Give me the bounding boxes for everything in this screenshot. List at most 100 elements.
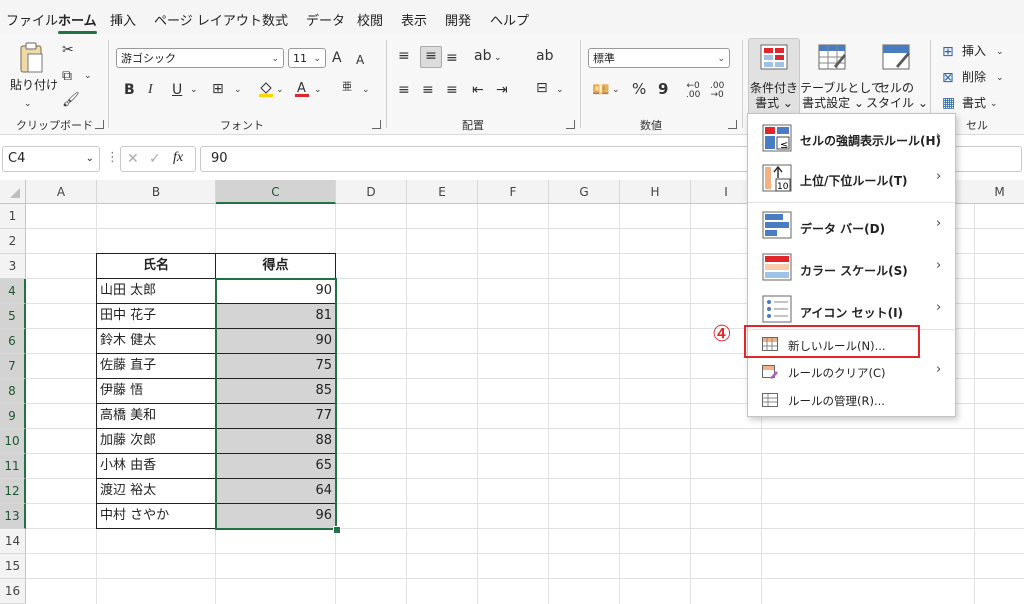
number-launcher-icon[interactable]	[728, 120, 737, 129]
format-cells-button[interactable]: 書式	[962, 96, 986, 111]
phonetic-chevron-icon[interactable]: ⌄	[362, 82, 370, 98]
row-header[interactable]: 8	[0, 379, 26, 404]
fill-chevron-icon[interactable]: ⌄	[276, 82, 284, 98]
copy-icon[interactable]: ⧉	[62, 68, 72, 84]
tab-home[interactable]: ホーム	[58, 10, 97, 34]
more-options-icon[interactable]: ⋮	[106, 150, 119, 165]
format-painter-icon[interactable]: 🖌	[62, 92, 80, 108]
insert-chevron-icon[interactable]: ⌄	[996, 44, 1004, 60]
tab-developer[interactable]: 開発	[445, 10, 471, 29]
menu-item-clear-rules[interactable]: ルールのクリア(C) ›	[748, 360, 955, 386]
name-box[interactable]: C4 ⌄	[2, 146, 100, 172]
cancel-icon[interactable]: ✕	[127, 151, 139, 167]
column-header-b[interactable]: B	[97, 180, 216, 204]
tab-formulas[interactable]: 数式	[262, 10, 288, 29]
column-header-c[interactable]: C	[216, 180, 336, 204]
merge-center-icon[interactable]: ⊟	[536, 80, 548, 96]
italic-button[interactable]: I	[148, 82, 153, 98]
name-cell[interactable]: 伊藤 悟	[100, 379, 214, 404]
align-center-icon[interactable]: ≡	[422, 82, 434, 98]
decrease-decimal-icon[interactable]: .00 →0	[710, 82, 724, 100]
align-right-icon[interactable]: ≡	[446, 82, 458, 98]
column-header-h[interactable]: H	[620, 180, 691, 204]
row-header[interactable]: 4	[0, 279, 26, 304]
underline-button[interactable]: U	[172, 82, 182, 98]
font-color-chevron-icon[interactable]: ⌄	[314, 82, 322, 98]
menu-item-highlight-rules[interactable]: ≤ セルの強調表示ルール(H) ›	[748, 120, 955, 158]
format-chevron-icon[interactable]: ⌄	[990, 96, 998, 112]
name-cell[interactable]: 高橋 美和	[100, 404, 214, 429]
paste-icon[interactable]	[18, 42, 44, 74]
name-cell[interactable]: 渡辺 裕太	[100, 479, 214, 504]
name-cell[interactable]: 山田 太郎	[100, 279, 214, 304]
clipboard-launcher-icon[interactable]	[95, 120, 104, 129]
phonetic-icon[interactable]: 亜	[342, 80, 352, 96]
format-cells-icon[interactable]: ▦	[942, 95, 955, 111]
menu-item-data-bars[interactable]: データ バー(D) ›	[748, 206, 955, 244]
row-header[interactable]: 13	[0, 504, 26, 529]
underline-chevron-icon[interactable]: ⌄	[190, 82, 198, 98]
bold-button[interactable]: B	[124, 82, 135, 98]
orientation-icon[interactable]: ab	[474, 48, 491, 64]
name-cell[interactable]: 小林 由香	[100, 454, 214, 479]
cut-icon[interactable]: ✂	[62, 42, 74, 58]
column-header-e[interactable]: E	[407, 180, 478, 204]
alignment-launcher-icon[interactable]	[566, 120, 575, 129]
table-header-score[interactable]: 得点	[216, 254, 335, 279]
font-color-icon[interactable]: A	[294, 79, 310, 99]
currency-icon[interactable]: 💴	[592, 82, 609, 98]
tab-view[interactable]: 表示	[401, 10, 427, 29]
select-all-button[interactable]	[0, 180, 26, 204]
format-as-table-icon[interactable]	[818, 44, 846, 70]
column-header-d[interactable]: D	[336, 180, 407, 204]
row-header[interactable]: 14	[0, 529, 26, 554]
enter-icon[interactable]: ✓	[149, 151, 161, 167]
column-header-m[interactable]: M	[975, 180, 1024, 204]
tab-data[interactable]: データ	[306, 10, 345, 29]
name-cell[interactable]: 加藤 次郎	[100, 429, 214, 454]
tab-page-layout[interactable]: ページ レイアウト	[154, 10, 262, 29]
font-size-dropdown[interactable]: 11 ⌄	[288, 48, 326, 68]
row-header[interactable]: 7	[0, 354, 26, 379]
row-header[interactable]: 10	[0, 429, 26, 454]
menu-item-icon-sets[interactable]: アイコン セット(I) ›	[748, 290, 955, 328]
currency-chevron-icon[interactable]: ⌄	[612, 82, 620, 98]
format-table-label-2[interactable]: 書式設定 ⌄	[800, 96, 866, 111]
increase-indent-icon[interactable]: ⇥	[496, 82, 508, 98]
format-table-label-1[interactable]: テーブルとして	[800, 81, 883, 96]
borders-icon[interactable]: ⊞	[212, 81, 224, 97]
grow-font-icon[interactable]: A	[332, 50, 342, 66]
table-header-name[interactable]: 氏名	[97, 254, 215, 279]
menu-item-color-scales[interactable]: カラー スケール(S) ›	[748, 248, 955, 286]
row-header[interactable]: 5	[0, 304, 26, 329]
row-header[interactable]: 1	[0, 204, 26, 229]
decrease-indent-icon[interactable]: ⇤	[472, 82, 484, 98]
align-top-icon[interactable]: ≡	[398, 48, 410, 64]
name-cell[interactable]: 中村 さやか	[100, 504, 214, 529]
insert-cells-icon[interactable]: ⊞	[942, 44, 954, 60]
borders-chevron-icon[interactable]: ⌄	[234, 82, 242, 98]
paste-button[interactable]: 貼り付け	[10, 78, 58, 93]
menu-item-top-bottom-rules[interactable]: 10 上位/下位ルール(T) ›	[748, 160, 955, 198]
row-header[interactable]: 3	[0, 254, 26, 279]
delete-cells-icon[interactable]: ⊠	[942, 70, 954, 86]
font-name-dropdown[interactable]: 游ゴシック ⌄	[116, 48, 284, 68]
number-format-dropdown[interactable]: 標準 ⌄	[588, 48, 730, 68]
tab-file[interactable]: ファイル	[6, 10, 58, 29]
row-header[interactable]: 2	[0, 229, 26, 254]
menu-item-manage-rules[interactable]: ルールの管理(R)...	[748, 388, 955, 414]
wrap-text-icon[interactable]: ab	[536, 48, 553, 64]
shrink-font-icon[interactable]: A	[356, 52, 364, 68]
percent-button[interactable]: %	[632, 81, 646, 97]
row-header[interactable]: 16	[0, 579, 26, 604]
cell-styles-label-2[interactable]: スタイル ⌄	[866, 96, 928, 111]
font-launcher-icon[interactable]	[372, 120, 381, 129]
delete-cells-button[interactable]: 削除	[962, 70, 986, 85]
row-header[interactable]: 9	[0, 404, 26, 429]
increase-decimal-icon[interactable]: ←0.00	[686, 82, 700, 100]
name-cell[interactable]: 田中 花子	[100, 304, 214, 329]
name-cell[interactable]: 佐藤 直子	[100, 354, 214, 379]
merge-chevron-icon[interactable]: ⌄	[556, 82, 564, 98]
cell-styles-icon[interactable]	[882, 44, 910, 70]
row-header[interactable]: 11	[0, 454, 26, 479]
